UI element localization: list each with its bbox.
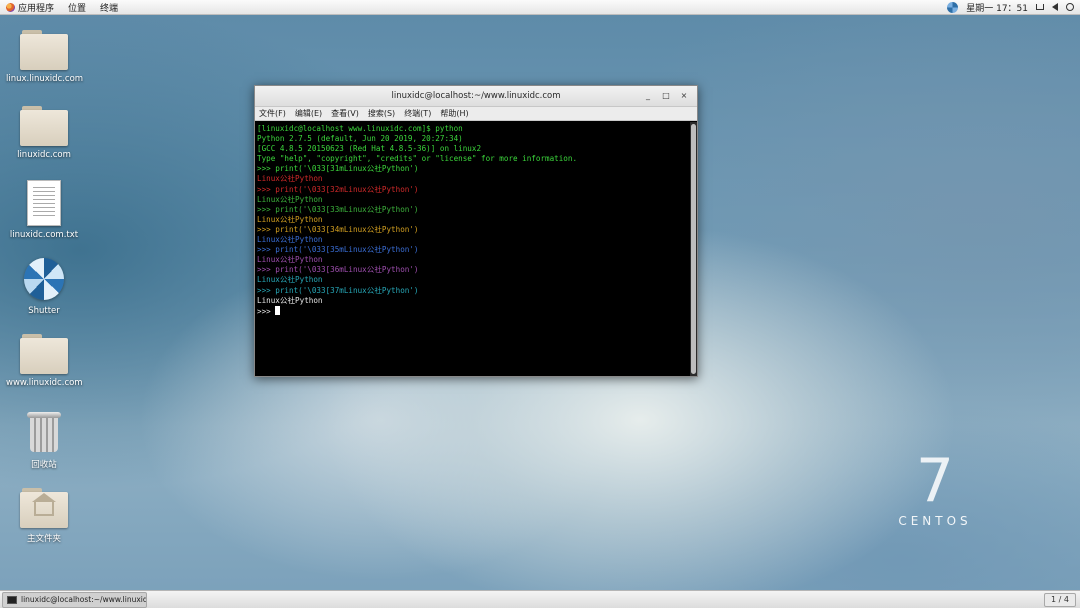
desktop-icon-label: www.linuxidc.com: [6, 378, 83, 388]
menu-view[interactable]: 查看(V): [331, 108, 359, 119]
desktop-icon-folder[interactable]: www.linuxidc.com: [6, 332, 83, 388]
desktop-icon-folder[interactable]: linuxidc.com: [6, 104, 82, 160]
desktop-icon-trash[interactable]: 回收站: [6, 412, 82, 470]
centos-logo: 7 CENTOS: [890, 450, 980, 528]
menu-file[interactable]: 文件(F): [259, 108, 286, 119]
terminal-output[interactable]: [linuxidc@localhost www.linuxidc.com]$ p…: [255, 122, 690, 376]
window-title: linuxidc@localhost:~/www.linuxidc.com: [391, 91, 561, 101]
terminal-line: [GCC 4.8.5 20150623 (Red Hat 4.8.5-36)] …: [257, 144, 482, 154]
applications-icon: [6, 2, 15, 12]
terminal-scrollbar[interactable]: [690, 122, 697, 376]
terminal-line: [linuxidc@localhost www.linuxidc.com]$ p…: [257, 124, 463, 133]
terminal-line: >>> print('\033[32mLinux公社Python'): [257, 184, 419, 194]
terminal-line: Linux公社Python: [257, 174, 323, 184]
bottom-panel: linuxidc@localhost:~/www.linuxidc.c··· 1…: [0, 590, 1080, 608]
shutter-tray-icon[interactable]: [947, 1, 959, 13]
places-menu[interactable]: 位置: [68, 1, 86, 14]
trash-icon: [27, 412, 61, 452]
desktop-icon-label: 主文件夹: [26, 534, 61, 544]
centos-name: CENTOS: [898, 514, 972, 528]
terminal-line: Type "help", "copyright", "credits" or "…: [257, 154, 578, 164]
desktop-icon-folder[interactable]: linux.linuxidc.com: [6, 28, 84, 84]
folder-icon: [20, 332, 68, 374]
home-folder-icon: [20, 486, 68, 528]
terminal-line: >>> print('\033[37mLinux公社Python'): [257, 285, 419, 295]
applications-label: 应用程序: [18, 3, 55, 14]
terminal-line: Linux公社Python: [257, 214, 323, 224]
close-button[interactable]: ×: [677, 90, 691, 102]
terminal-line: Python 2.7.5 (default, Jun 20 2019, 20:2…: [257, 134, 463, 144]
menu-terminal[interactable]: 终端(T): [404, 108, 431, 119]
volume-icon[interactable]: [1052, 3, 1058, 11]
centos-version: 7: [915, 446, 955, 516]
menu-edit[interactable]: 编辑(E): [295, 108, 322, 119]
maximize-button[interactable]: □: [659, 90, 673, 102]
window-menubar: 文件(F) 编辑(E) 查看(V) 搜索(S) 终端(T) 帮助(H): [255, 107, 697, 121]
terminal-line: >>> print('\033[33mLinux公社Python'): [257, 204, 419, 214]
menu-help[interactable]: 帮助(H): [440, 108, 468, 119]
applications-menu[interactable]: 应用程序: [6, 1, 54, 14]
desktop-icon-text-file[interactable]: linuxidc.com.txt: [6, 180, 82, 240]
menu-search[interactable]: 搜索(S): [368, 108, 395, 119]
text-file-icon: [27, 180, 61, 226]
terminal-line: >>> print('\033[34mLinux公社Python'): [257, 224, 419, 234]
desktop-icon-label: Shutter: [28, 306, 60, 316]
network-icon[interactable]: [1036, 4, 1044, 10]
terminal-line: >>>: [257, 305, 688, 317]
terminal-window[interactable]: linuxidc@localhost:~/www.linuxidc.com _ …: [254, 85, 698, 377]
terminal-line: Linux公社Python: [257, 194, 323, 204]
power-icon[interactable]: [1066, 3, 1074, 11]
terminal-line: >>> print('\033[31mLinux公社Python'): [257, 164, 419, 174]
terminal-line: >>> print('\033[36mLinux公社Python'): [257, 265, 419, 275]
minimize-button[interactable]: _: [641, 90, 655, 102]
desktop-icon-label: linux.linuxidc.com: [6, 74, 84, 84]
terminal-line: Linux公社Python: [257, 235, 323, 245]
terminal-app-menu[interactable]: 终端: [100, 1, 118, 14]
desktop-icon-shutter[interactable]: Shutter: [6, 258, 82, 316]
window-titlebar[interactable]: linuxidc@localhost:~/www.linuxidc.com _ …: [255, 86, 697, 107]
clock[interactable]: 星期一 17：51: [966, 1, 1028, 14]
desktop-icon-label: linuxidc.com.txt: [9, 230, 79, 240]
taskbar-window-button[interactable]: linuxidc@localhost:~/www.linuxidc.c···: [2, 591, 147, 608]
terminal-line: >>> print('\033[35mLinux公社Python'): [257, 245, 419, 255]
folder-icon: [20, 28, 68, 70]
folder-icon: [20, 104, 68, 146]
desktop-icon-label: linuxidc.com: [17, 150, 71, 160]
terminal-line: Linux公社Python: [257, 255, 323, 265]
taskbar-window-label: linuxidc@localhost:~/www.linuxidc.c···: [21, 595, 146, 604]
desktop-icon-label: 回收站: [31, 460, 57, 470]
desktop-icon-home[interactable]: 主文件夹: [6, 486, 82, 544]
text-cursor: [275, 305, 281, 315]
workspace-switcher[interactable]: 1 / 4: [1044, 592, 1076, 607]
terminal-line: Linux公社Python: [257, 295, 323, 305]
terminal-line: Linux公社Python: [257, 275, 323, 285]
shutter-icon: [24, 258, 64, 300]
terminal-icon: [7, 595, 17, 604]
scrollbar-thumb[interactable]: [691, 124, 696, 374]
top-panel: 应用程序 位置 终端 星期一 17：51: [0, 0, 1080, 15]
